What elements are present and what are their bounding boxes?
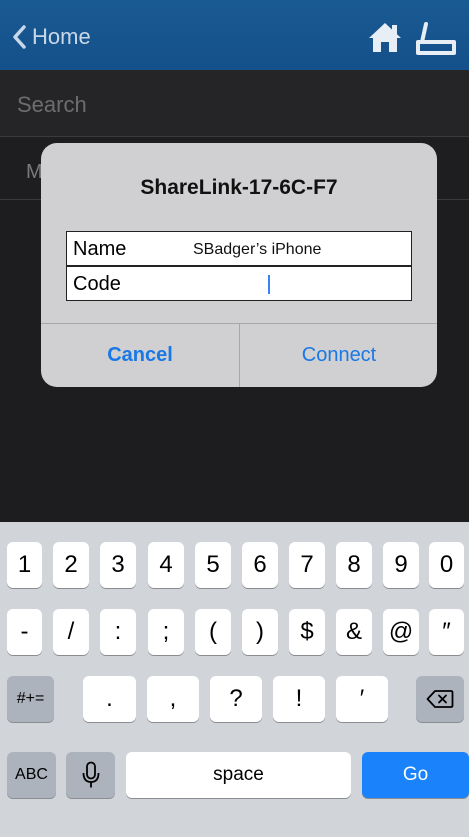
key-2[interactable]: 2 [53,542,89,588]
key-question[interactable]: ? [210,676,262,722]
key-at[interactable]: @ [383,609,419,655]
key-period[interactable]: . [83,676,136,722]
name-label: Name [73,238,127,260]
key-close-paren[interactable]: ) [242,609,278,655]
key-semicolon[interactable]: ; [148,609,184,655]
dialog-title: ShareLink-17-6C-F7 [140,176,338,199]
key-symbols[interactable]: #+= [7,676,54,722]
chevron-left-icon [13,25,26,49]
code-field[interactable]: Code [66,266,412,301]
key-apostrophe[interactable]: ′ [336,676,388,722]
connect-button[interactable]: Connect [240,324,437,387]
key-slash[interactable]: / [53,609,89,655]
back-button[interactable]: Home [12,22,91,52]
key-open-paren[interactable]: ( [195,609,231,655]
code-label: Code [73,273,121,295]
text-cursor [268,275,270,294]
key-0[interactable]: 0 [429,542,464,588]
key-dollar[interactable]: $ [289,609,325,655]
key-6[interactable]: 6 [242,542,278,588]
key-comma[interactable]: , [147,676,199,722]
key-quote[interactable]: ″ [429,609,464,655]
key-1[interactable]: 1 [7,542,42,588]
keyboard: 1 2 3 4 5 6 7 8 9 0 - / : ; ( ) $ & @ ″ … [0,522,469,837]
nav-bar: Home [0,0,469,70]
key-abc[interactable]: ABC [7,752,56,798]
home-icon[interactable] [367,20,403,54]
name-field[interactable]: Name SBadger’s iPhone [66,231,412,266]
microphone-icon [82,761,99,788]
search-label: Search [17,92,87,117]
key-3[interactable]: 3 [100,542,136,588]
cancel-button[interactable]: Cancel [41,324,239,387]
key-ampersand[interactable]: & [336,609,372,655]
printer-icon[interactable] [414,20,458,56]
back-label: Home [32,24,91,49]
key-hyphen[interactable]: - [7,609,42,655]
connect-dialog: ShareLink-17-6C-F7 Name SBadger’s iPhone… [41,143,437,387]
key-colon[interactable]: : [100,609,136,655]
key-4[interactable]: 4 [148,542,184,588]
key-9[interactable]: 9 [383,542,419,588]
search-row: Search [0,70,469,137]
key-8[interactable]: 8 [336,542,372,588]
dictation-key[interactable] [66,752,115,798]
name-value: SBadger’s iPhone [193,241,322,258]
delete-icon [426,690,454,708]
space-key[interactable]: space [126,752,351,798]
go-key[interactable]: Go [362,752,469,798]
key-7[interactable]: 7 [289,542,325,588]
key-exclamation[interactable]: ! [273,676,325,722]
delete-key[interactable] [416,676,464,722]
key-5[interactable]: 5 [195,542,231,588]
